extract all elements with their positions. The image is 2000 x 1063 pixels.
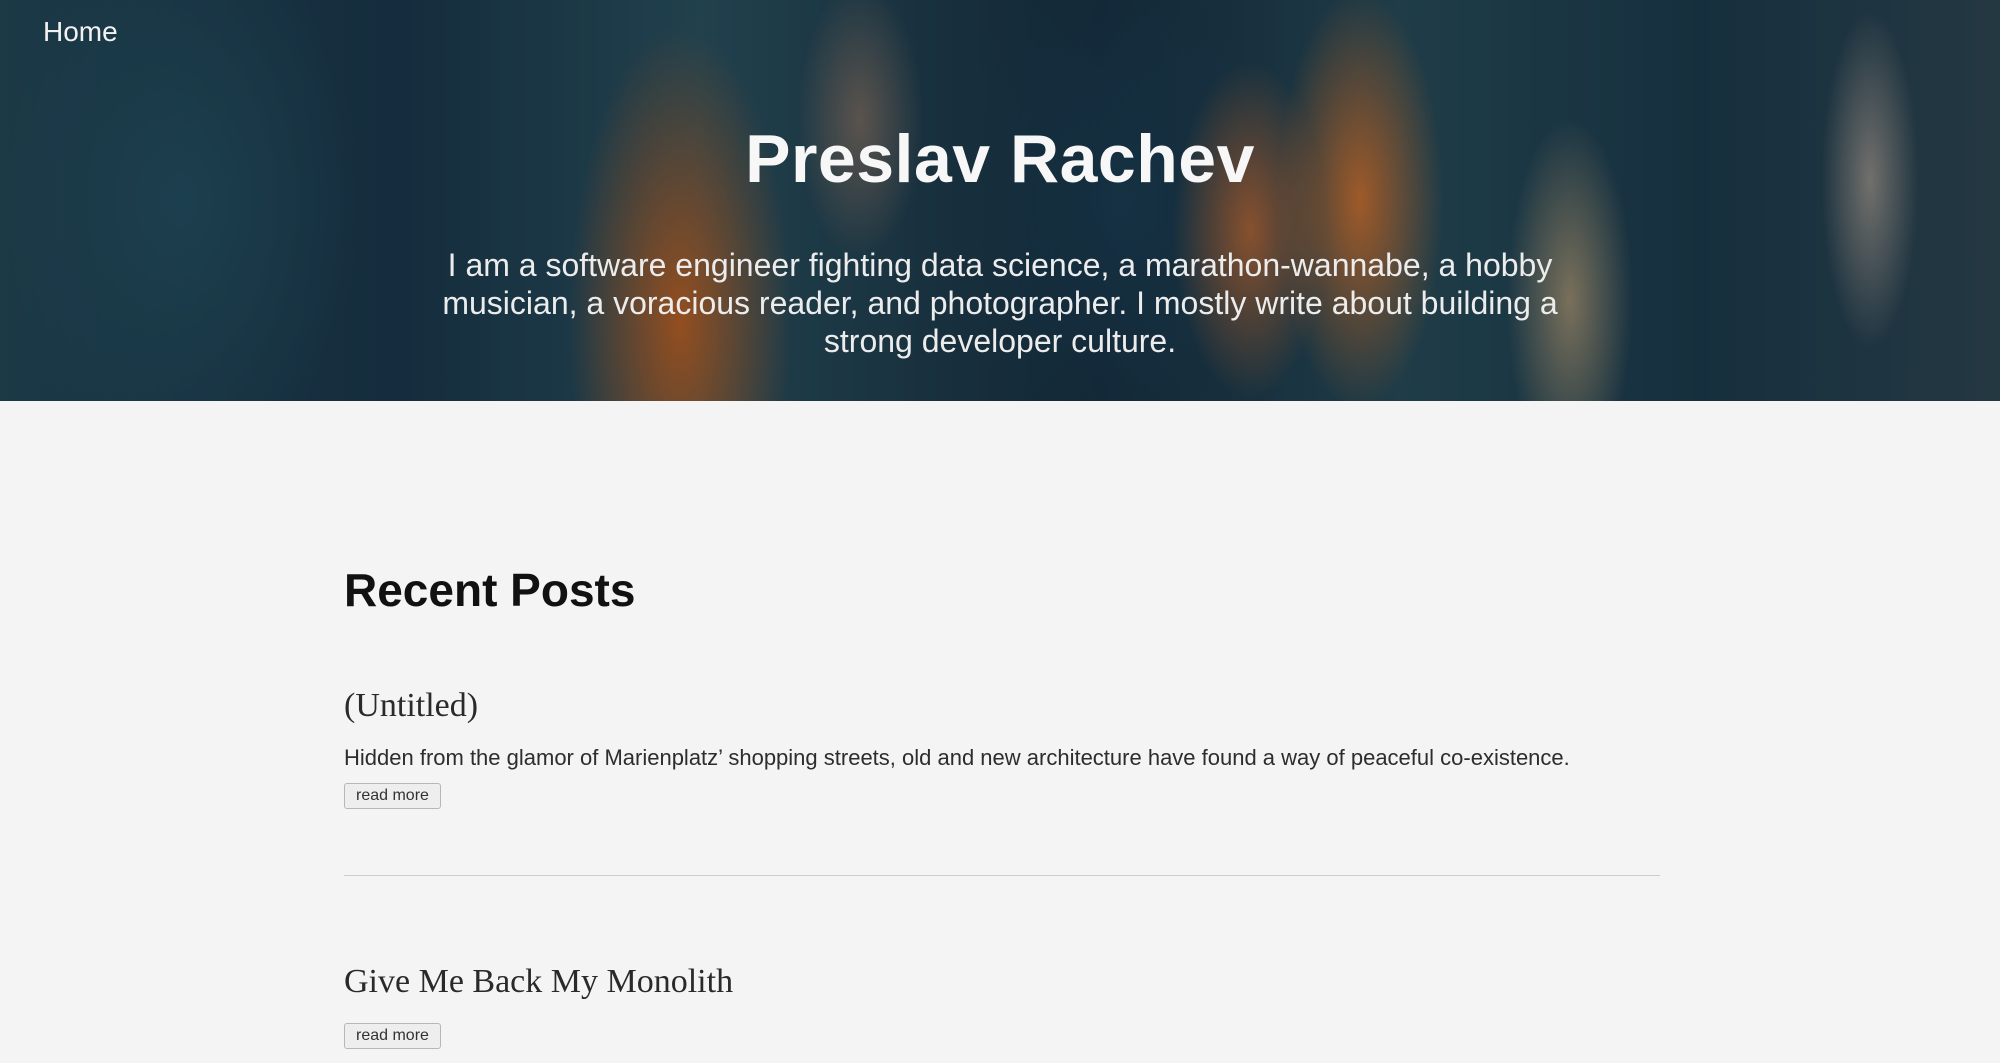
post-item: Give Me Back My Monolith read more [344,963,1660,1049]
read-more-button[interactable]: read more [344,1023,441,1049]
hero-banner: Home Preslav Rachev I am a software engi… [0,0,2000,401]
site-tagline: I am a software engineer fighting data s… [442,247,1558,359]
post-item: (Untitled) Hidden from the glamor of Mar… [344,687,1660,809]
read-more-button[interactable]: read more [344,783,441,809]
site-title: Preslav Rachev [745,121,1255,197]
post-title[interactable]: Give Me Back My Monolith [344,963,1660,1001]
hero-content: Home Preslav Rachev I am a software engi… [0,0,2000,401]
nav-home-link[interactable]: Home [43,16,118,48]
post-divider [344,875,1660,876]
post-title[interactable]: (Untitled) [344,687,1660,725]
section-title-recent-posts: Recent Posts [344,564,636,616]
post-excerpt: Hidden from the glamor of Marienplatz’ s… [344,745,1570,770]
